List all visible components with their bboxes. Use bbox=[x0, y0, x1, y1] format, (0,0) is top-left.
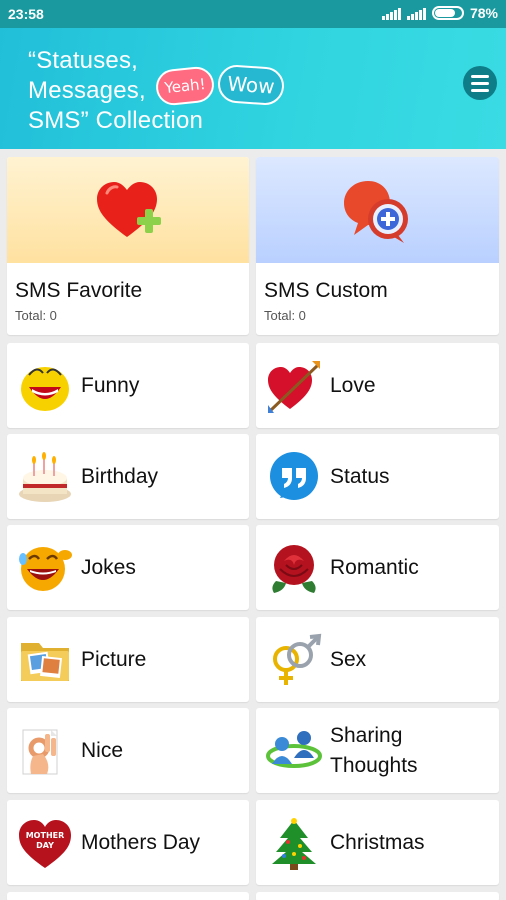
category-label: Funny bbox=[81, 374, 140, 397]
ok-hand-icon bbox=[22, 729, 58, 775]
icon-text: DAY bbox=[36, 841, 54, 850]
birthday-cake-icon bbox=[19, 452, 71, 502]
category-funny[interactable]: Funny bbox=[7, 343, 249, 428]
category-label: Love bbox=[330, 374, 376, 397]
custom-banner bbox=[256, 157, 499, 263]
card-title: SMS Custom bbox=[264, 279, 388, 302]
card-title: SMS Favorite bbox=[15, 279, 143, 302]
category-label-line: Thoughts bbox=[330, 754, 418, 777]
christmas-tree-icon bbox=[272, 818, 316, 870]
category-label: Jokes bbox=[81, 556, 136, 579]
category-label: Mothers Day bbox=[81, 831, 201, 854]
icon-text: MOTHER bbox=[26, 831, 65, 840]
category-label: Status bbox=[330, 465, 390, 488]
chat-bubble-plus-icon bbox=[344, 181, 408, 243]
heart-arrow-icon bbox=[268, 361, 320, 413]
red-rose-icon bbox=[272, 545, 316, 593]
heart-plus-icon bbox=[97, 182, 161, 237]
category-sharing-thoughts[interactable]: Sharing Thoughts bbox=[256, 708, 499, 793]
battery-percent: 78% bbox=[469, 5, 498, 21]
yeah-bubble-icon: Yeah! bbox=[154, 65, 216, 107]
status-bar: 23:58 78% bbox=[0, 0, 506, 28]
title-line: SMS” Collection bbox=[28, 107, 204, 134]
category-label: Birthday bbox=[81, 465, 159, 488]
clock: 23:58 bbox=[8, 6, 44, 22]
category-card-partial[interactable] bbox=[256, 892, 499, 900]
people-sharing-icon bbox=[266, 731, 322, 768]
status-icons: 78% bbox=[381, 5, 498, 21]
sms-custom-card[interactable]: SMS Custom Total: 0 bbox=[256, 157, 499, 335]
category-label-line: Sharing bbox=[330, 724, 403, 747]
category-picture[interactable]: Picture bbox=[7, 617, 249, 702]
laughing-face-icon bbox=[19, 547, 72, 591]
card-total: Total: 0 bbox=[264, 308, 306, 323]
quote-bubble-icon bbox=[270, 452, 318, 500]
category-label: Picture bbox=[81, 648, 147, 671]
battery-icon bbox=[431, 6, 464, 20]
sms-favorite-card[interactable]: SMS Favorite Total: 0 bbox=[7, 157, 249, 335]
category-birthday[interactable]: Birthday bbox=[7, 434, 249, 519]
category-love[interactable]: Love bbox=[256, 343, 499, 428]
hamburger-icon bbox=[471, 74, 489, 78]
category-label: Nice bbox=[81, 739, 124, 762]
category-nice[interactable]: Nice bbox=[7, 708, 249, 793]
menu-button[interactable] bbox=[463, 66, 497, 100]
hamburger-icon bbox=[471, 81, 489, 85]
category-label: Sex bbox=[330, 648, 367, 671]
category-sex[interactable]: Sex bbox=[256, 617, 499, 702]
laughing-smiley-icon bbox=[21, 367, 69, 411]
category-label: Christmas bbox=[330, 831, 425, 854]
signal-icon bbox=[406, 6, 426, 20]
category-label: Sharing Thoughts bbox=[330, 708, 418, 794]
category-jokes[interactable]: Jokes bbox=[7, 525, 249, 610]
category-label: Romantic bbox=[330, 556, 419, 579]
favorite-banner bbox=[7, 157, 249, 263]
category-status[interactable]: Status bbox=[256, 434, 499, 519]
picture-folder-icon bbox=[21, 643, 69, 681]
category-christmas[interactable]: Christmas bbox=[256, 800, 499, 885]
category-card-partial[interactable] bbox=[7, 892, 249, 900]
signal-icon bbox=[381, 6, 401, 20]
wow-bubble-icon: Wow bbox=[216, 63, 286, 107]
category-mothers-day[interactable]: MOTHER DAY Mothers Day bbox=[7, 800, 249, 885]
hamburger-icon bbox=[471, 88, 489, 92]
mothers-day-heart-icon: MOTHER DAY bbox=[19, 820, 71, 868]
app-header: “Statuses, Messages, SMS” Collection Yea… bbox=[0, 28, 506, 149]
card-total: Total: 0 bbox=[15, 308, 57, 323]
category-romantic[interactable]: Romantic bbox=[256, 525, 499, 610]
gender-symbols-icon bbox=[273, 633, 322, 685]
